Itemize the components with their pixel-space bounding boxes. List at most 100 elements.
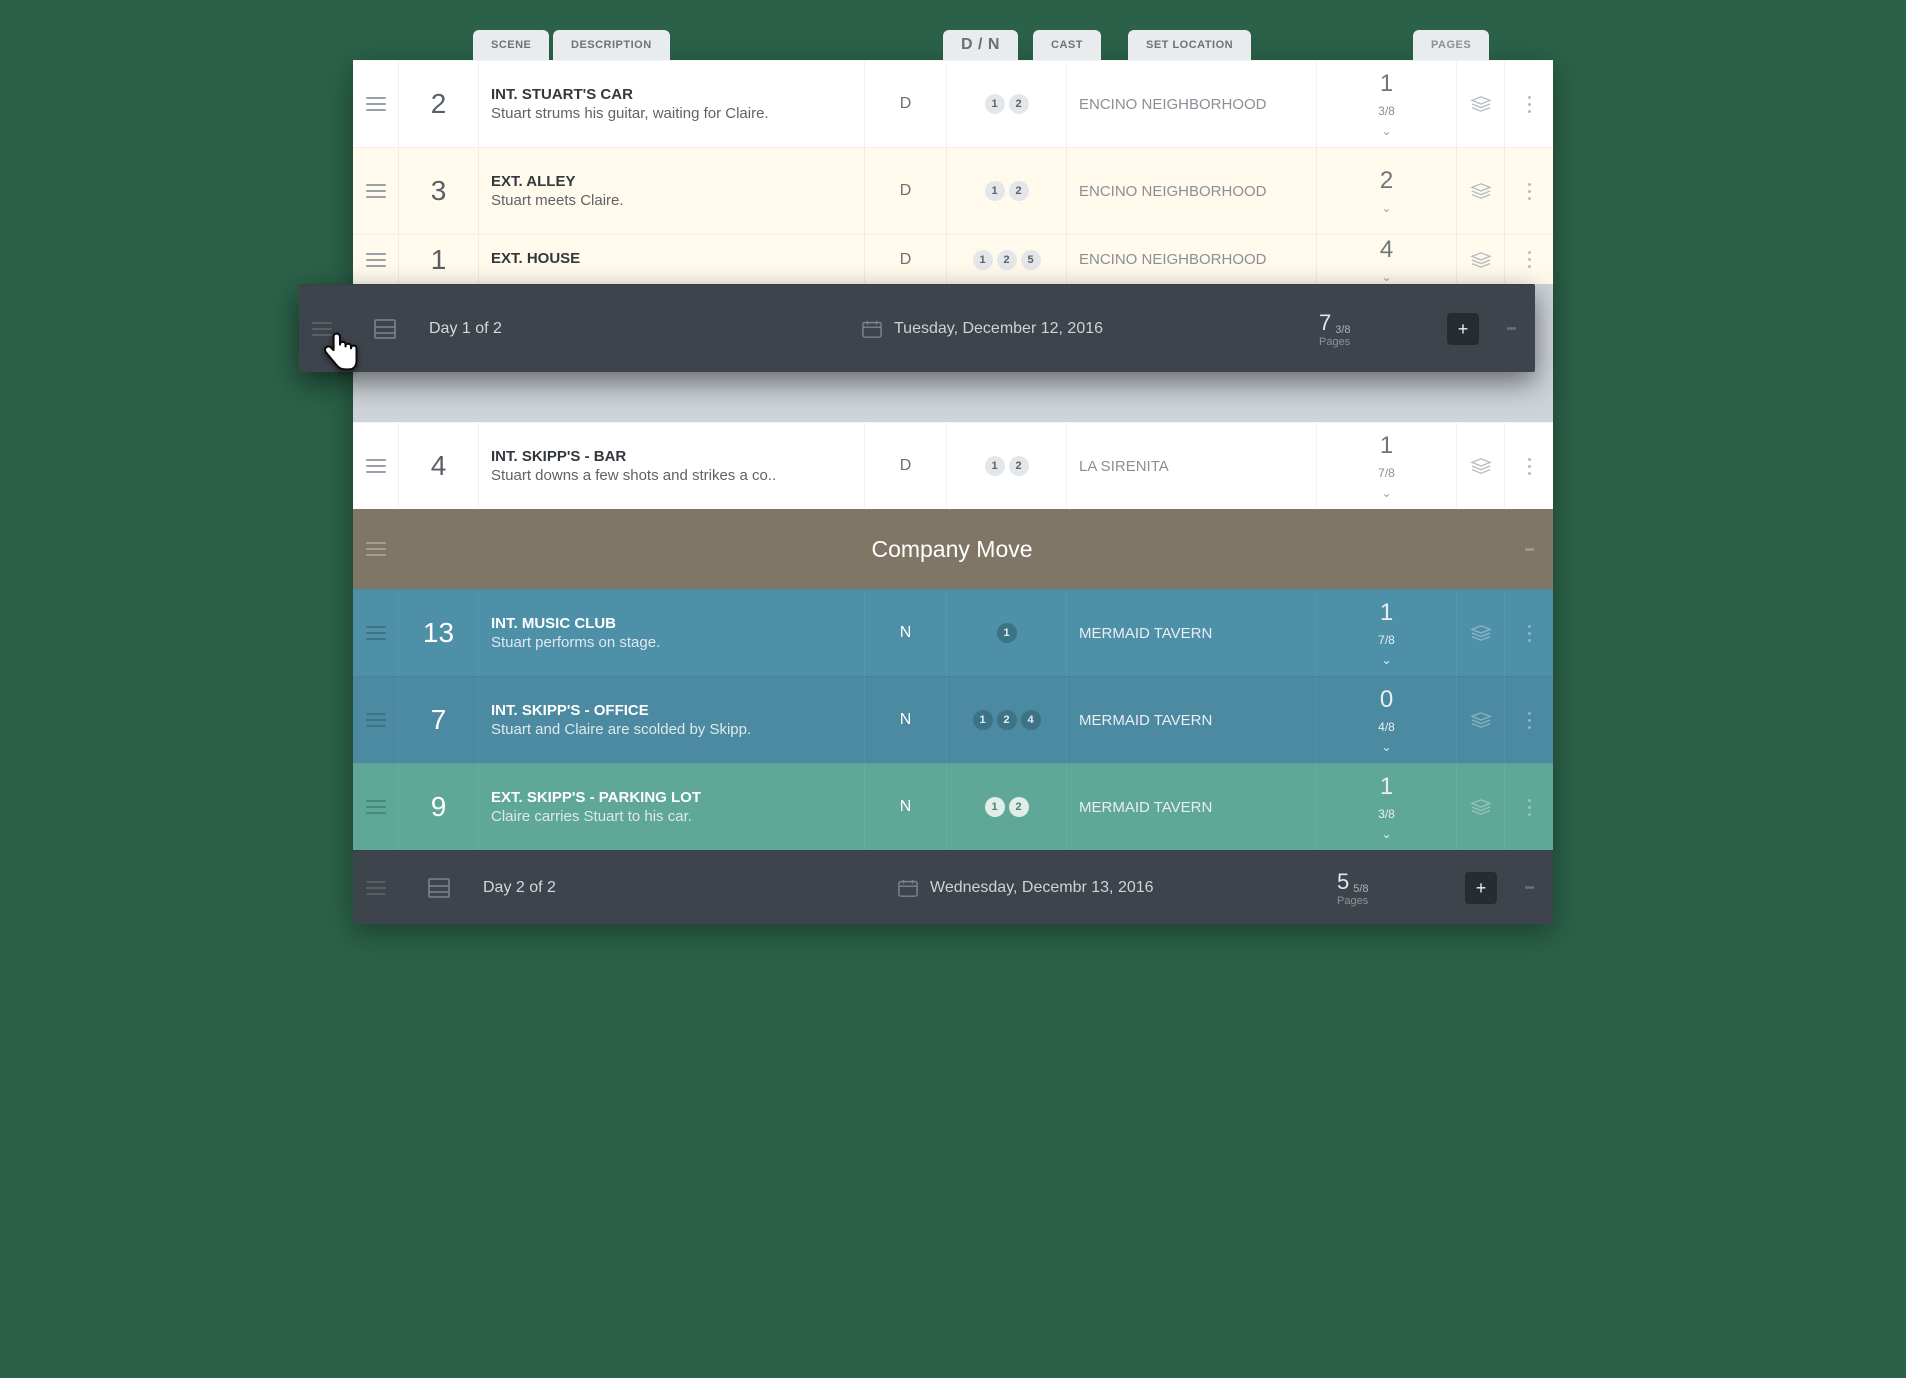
scene-sub: Claire carries Stuart to his car.	[491, 808, 852, 825]
day-label: Day 2 of 2	[479, 879, 886, 897]
scene-sub: Stuart meets Claire.	[491, 192, 852, 209]
scene-title: INT. MUSIC CLUB	[491, 615, 852, 632]
layers-icon[interactable]	[1457, 590, 1505, 676]
banner-strip[interactable]: Company Move	[353, 509, 1553, 589]
drag-handle-icon[interactable]	[353, 235, 399, 284]
rows-container: 2 INT. STUART'S CAR Stuart strums his gui…	[353, 60, 1553, 924]
day-pages-frac: 5/8	[1353, 883, 1368, 895]
stripboard: SCENE DESCRIPTION D / N CAST SET LOCATIO…	[353, 30, 1553, 924]
add-button[interactable]: +	[1465, 872, 1497, 904]
more-icon[interactable]	[1505, 764, 1553, 850]
cast-pill: 2	[997, 250, 1017, 270]
scene-strip[interactable]: 3 EXT. ALLEYStuart meets Claire. D 12 EN…	[353, 147, 1553, 234]
more-icon[interactable]	[1487, 325, 1535, 332]
day-night: N	[900, 798, 912, 816]
drag-handle-icon[interactable]	[353, 677, 399, 763]
scene-strip[interactable]: 1 EXT. HOUSE D 125 ENCINO NEIGHBORHOOD 4…	[353, 234, 1553, 284]
layers-icon[interactable]	[1457, 677, 1505, 763]
layers-icon[interactable]	[1457, 764, 1505, 850]
day-table-icon[interactable]	[399, 877, 479, 899]
pages-big: 0	[1380, 686, 1393, 714]
set-location: ENCINO NEIGHBORHOOD	[1079, 183, 1304, 200]
more-icon[interactable]	[1505, 148, 1553, 234]
banner-title: Company Move	[399, 536, 1505, 563]
drag-handle-icon[interactable]	[353, 148, 399, 234]
more-icon[interactable]	[1505, 677, 1553, 763]
col-location: SET LOCATION	[1128, 30, 1251, 60]
cast-pill: 2	[1009, 456, 1029, 476]
drag-handle-icon[interactable]	[353, 423, 399, 509]
day-pages-word: Pages	[1337, 895, 1457, 907]
calendar-icon	[850, 319, 894, 339]
layers-icon[interactable]	[1457, 61, 1505, 147]
scene-strip[interactable]: 9 EXT. SKIPP'S - PARKING LOTClaire carri…	[353, 763, 1553, 850]
day-break-dragging[interactable]: Day 1 of 2 Tuesday, December 12, 2016 73…	[299, 284, 1535, 372]
scene-strip[interactable]: 4 INT. SKIPP'S - BARStuart downs a few s…	[353, 422, 1553, 509]
more-icon[interactable]	[1505, 590, 1553, 676]
day-pages: 73/8 Pages	[1319, 310, 1439, 348]
scene-title: INT. SKIPP'S - OFFICE	[491, 702, 852, 719]
drag-handle-icon[interactable]	[353, 538, 399, 560]
chevron-down-icon: ⌄	[1381, 270, 1391, 284]
cast-pill: 1	[985, 181, 1005, 201]
calendar-icon	[886, 878, 930, 898]
day-night: D	[900, 457, 912, 475]
cast-pill: 1	[985, 456, 1005, 476]
more-icon[interactable]	[1505, 235, 1553, 284]
scene-number: 2	[431, 88, 447, 120]
scene-title: EXT. HOUSE	[491, 250, 852, 267]
layers-icon[interactable]	[1457, 423, 1505, 509]
drag-handle-icon[interactable]	[353, 590, 399, 676]
scene-sub: Stuart strums his guitar, waiting for Cl…	[491, 105, 852, 122]
scene-number: 1	[431, 244, 447, 276]
scene-title: EXT. ALLEY	[491, 173, 852, 190]
scene-title: INT. STUART'S CAR	[491, 86, 852, 103]
pages-big: 1	[1380, 432, 1393, 460]
day-night: D	[900, 182, 912, 200]
cast-pill: 1	[973, 250, 993, 270]
cast-pills: 12	[985, 797, 1029, 817]
pages-cell[interactable]: 13/8⌄	[1317, 61, 1457, 147]
more-icon[interactable]	[1505, 423, 1553, 509]
drag-handle-icon[interactable]	[353, 61, 399, 147]
pages-big: 4	[1380, 236, 1393, 264]
layers-icon[interactable]	[1457, 148, 1505, 234]
scene-strip[interactable]: 13 INT. MUSIC CLUBStuart performs on sta…	[353, 589, 1553, 676]
more-icon[interactable]	[1505, 61, 1553, 147]
pages-cell[interactable]: 17/8⌄	[1317, 423, 1457, 509]
pages-cell[interactable]: 4⌄	[1317, 235, 1457, 284]
pages-big: 1	[1380, 599, 1393, 627]
pages-cell[interactable]: 04/8⌄	[1317, 677, 1457, 763]
drag-handle-icon[interactable]	[353, 877, 399, 899]
cast-pill: 1	[997, 623, 1017, 643]
chevron-down-icon: ⌄	[1381, 486, 1391, 500]
cast-pills: 124	[973, 710, 1041, 730]
scene-number: 13	[423, 617, 454, 649]
more-icon[interactable]	[1505, 884, 1553, 891]
scene-sub: Stuart and Claire are scolded by Skipp.	[491, 721, 852, 738]
layers-icon[interactable]	[1457, 235, 1505, 284]
day-night: D	[900, 251, 912, 269]
day-break[interactable]: Day 2 of 2 Wednesday, Decembr 13, 2016 5…	[353, 850, 1553, 924]
cast-pill: 1	[985, 797, 1005, 817]
pages-frac: 7/8	[1378, 633, 1395, 647]
scene-sub: Stuart downs a few shots and strikes a c…	[491, 467, 852, 484]
scene-strip[interactable]: 2 INT. STUART'S CAR Stuart strums his gui…	[353, 60, 1553, 147]
day-pages-word: Pages	[1319, 336, 1439, 348]
set-location: LA SIRENITA	[1079, 458, 1304, 475]
pages-frac: 3/8	[1378, 104, 1395, 118]
day-pages-big: 7	[1319, 310, 1331, 336]
more-icon[interactable]	[1505, 546, 1553, 553]
day-night: N	[900, 624, 912, 642]
day-pages: 55/8 Pages	[1337, 869, 1457, 907]
scene-strip[interactable]: 7 INT. SKIPP'S - OFFICEStuart and Claire…	[353, 676, 1553, 763]
cast-pills: 12	[985, 94, 1029, 114]
drag-handle-icon[interactable]	[353, 764, 399, 850]
set-location: ENCINO NEIGHBORHOOD	[1079, 96, 1304, 113]
column-headers: SCENE DESCRIPTION D / N CAST SET LOCATIO…	[353, 30, 1553, 60]
pages-cell[interactable]: 2⌄	[1317, 148, 1457, 234]
add-button[interactable]: +	[1447, 313, 1479, 345]
pages-cell[interactable]: 17/8⌄	[1317, 590, 1457, 676]
cast-pill: 2	[997, 710, 1017, 730]
pages-cell[interactable]: 13/8⌄	[1317, 764, 1457, 850]
